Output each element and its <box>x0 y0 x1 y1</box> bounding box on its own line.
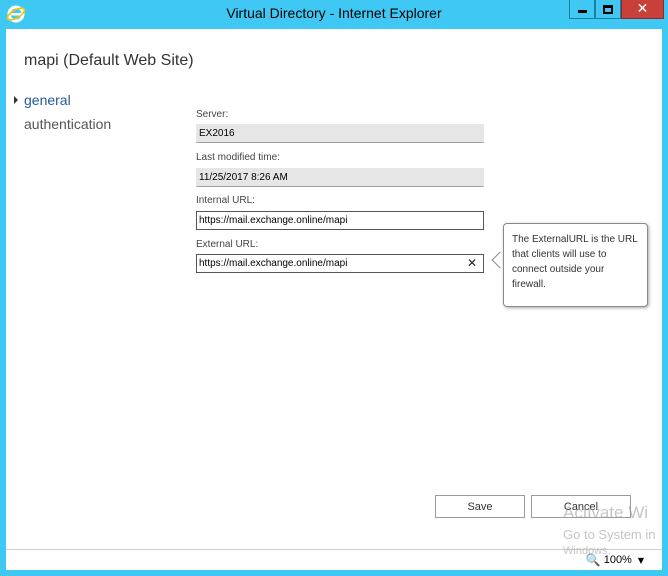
nav-item-authentication[interactable]: authentication <box>24 116 111 132</box>
last-modified-field: 11/25/2017 8:26 AM <box>196 168 484 187</box>
external-url-value: https://mail.exchange.online/mapi <box>199 258 348 269</box>
external-url-tooltip: The ExternalURL is the URL that clients … <box>503 223 648 307</box>
activation-watermark-title: Activate Wi <box>563 503 649 522</box>
window-title: Virtual Directory - Internet Explorer <box>226 5 442 21</box>
close-button[interactable]: ✕ <box>621 0 664 19</box>
clear-icon[interactable]: ✕ <box>467 256 477 270</box>
minimize-icon <box>577 10 587 13</box>
chevron-down-icon: ▼ <box>637 555 644 565</box>
ie-window: Virtual Directory - Internet Explorer ✕ … <box>0 0 668 576</box>
internal-url-label: Internal URL: <box>196 195 255 206</box>
internal-url-input[interactable]: https://mail.exchange.online/mapi <box>196 211 484 230</box>
maximize-button[interactable] <box>595 0 621 19</box>
activation-watermark-line: Go to System in <box>563 527 656 542</box>
title-bar[interactable]: Virtual Directory - Internet Explorer ✕ <box>0 0 668 28</box>
external-url-label: External URL: <box>196 239 259 250</box>
maximize-icon <box>603 4 613 14</box>
save-button[interactable]: Save <box>435 495 525 518</box>
selected-arrow-icon <box>14 96 18 104</box>
server-field: EX2016 <box>196 124 484 143</box>
nav-item-general[interactable]: general <box>24 92 71 108</box>
dialog-content: mapi (Default Web Site) general authenti… <box>6 29 662 549</box>
last-modified-label: Last modified time: <box>196 152 280 163</box>
minimize-button[interactable] <box>569 0 595 19</box>
page-title: mapi (Default Web Site) <box>24 52 194 69</box>
external-url-input[interactable]: https://mail.exchange.online/mapi ✕ <box>196 254 484 273</box>
close-icon: ✕ <box>636 1 649 17</box>
activation-watermark-line-2: Windows. <box>563 545 611 557</box>
server-label: Server: <box>196 109 229 120</box>
